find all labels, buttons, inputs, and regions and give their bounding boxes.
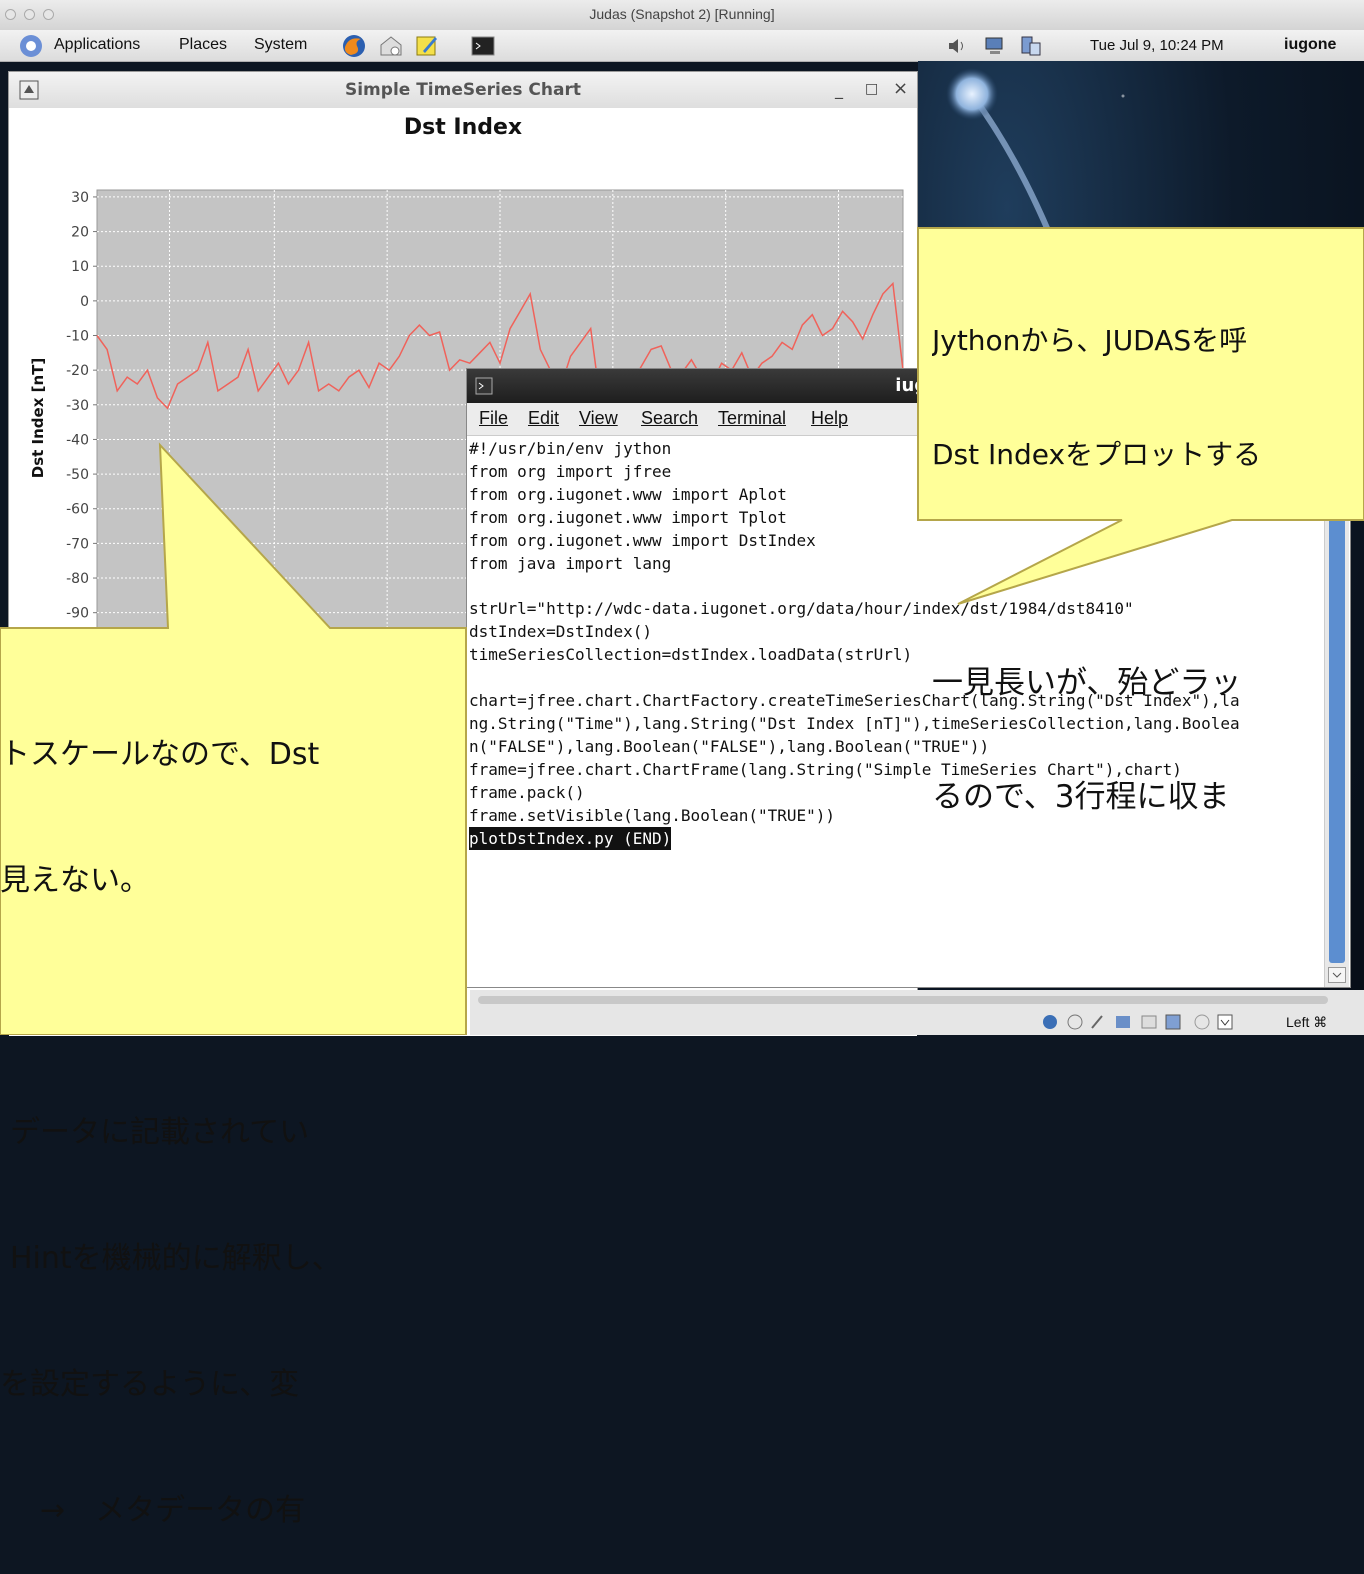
callout-left-line: → メタデータの有 (40, 1493, 306, 1528)
callout-left-line: トスケールなので、Dst (0, 737, 320, 772)
callout-left-line (0, 986, 466, 1028)
callout-left-line: を設定するように、変 (0, 1367, 300, 1402)
callout-left-line: Hintを機械的に解釈し、 (10, 1241, 342, 1276)
callout-left-line: 見えない。 (0, 863, 150, 898)
callout-left-text: トスケールなので、Dst 見えない。 データに記載されてい Hintを機械的に解… (0, 650, 466, 1574)
callout-left-line: データに記載されてい (10, 1115, 310, 1150)
